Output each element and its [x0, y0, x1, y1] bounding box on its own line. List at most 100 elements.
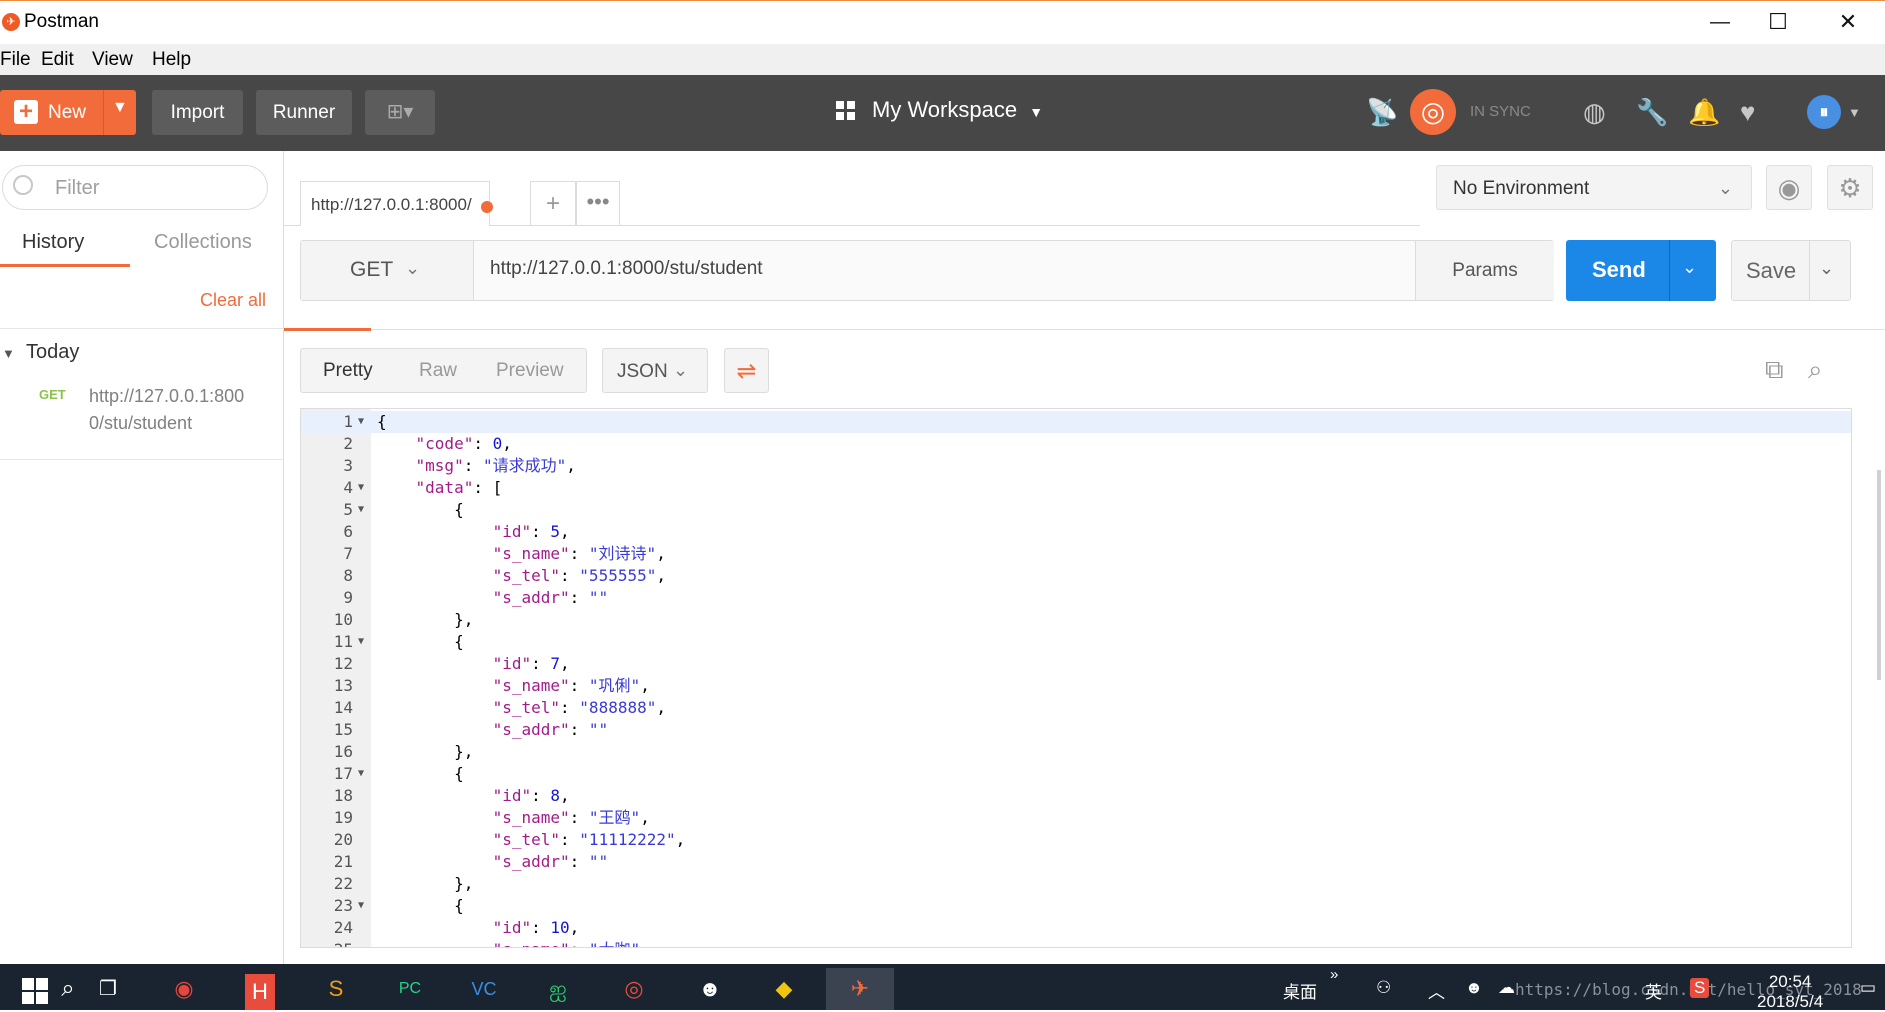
qq-tray-icon[interactable]: ☻	[1465, 978, 1483, 998]
line-number: 13	[333, 676, 353, 695]
workspace-selector[interactable]: My Workspace ▼	[836, 97, 1043, 123]
hbuilder-icon[interactable]: H	[245, 974, 275, 1010]
code-line: 6 "id": 5,	[301, 521, 1851, 543]
new-window-icon[interactable]: ⊞▾	[365, 90, 435, 135]
vscode-icon[interactable]: VC	[462, 968, 506, 1010]
clear-all-link[interactable]: Clear all	[200, 290, 266, 311]
collapse-triangle-icon[interactable]: ▼	[2, 346, 15, 361]
chevron-right-icon[interactable]: »	[1330, 966, 1338, 983]
caret-down-icon[interactable]: ▼	[112, 99, 128, 117]
windows-start-icon[interactable]	[22, 978, 48, 1004]
minimize-button[interactable]: —	[1697, 6, 1743, 38]
people-icon[interactable]: ⚇	[1376, 978, 1391, 998]
history-group-today[interactable]: Today	[26, 341, 79, 364]
caret-down-icon[interactable]: ▼	[1848, 105, 1861, 120]
sync-icon[interactable]: ◎	[1410, 89, 1456, 135]
fold-arrow-icon[interactable]: ▼	[358, 763, 364, 785]
code-text: "id": 10,	[492, 918, 580, 937]
pycharm-icon[interactable]: PC	[388, 968, 432, 1010]
fold-arrow-icon[interactable]: ▼	[358, 477, 364, 499]
wrap-lines-icon[interactable]: ⇌	[724, 348, 769, 393]
satellite-icon[interactable]: 📡	[1366, 97, 1398, 128]
snail-icon[interactable]: ◎	[612, 968, 656, 1010]
line-number: 20	[333, 830, 353, 849]
send-button[interactable]: Send ⌄	[1566, 240, 1716, 301]
maximize-button[interactable]: ☐	[1755, 6, 1801, 38]
chrome-icon[interactable]: ◉	[162, 968, 206, 1010]
search-icon	[13, 175, 33, 195]
divider	[0, 328, 284, 329]
code-text: "code": 0,	[415, 434, 512, 453]
tab-collections[interactable]: Collections	[154, 231, 252, 254]
view-pretty[interactable]: Pretty	[323, 360, 373, 382]
response-body-editor[interactable]: 1 ▼{2 "code": 0, 3 "msg": "请求成功", 4 ▼ "data"…	[300, 408, 1852, 948]
menu-file[interactable]: File	[0, 49, 31, 71]
fold-arrow-icon[interactable]: ▼	[358, 499, 364, 521]
new-label: New	[48, 102, 87, 123]
heart-icon[interactable]: ♥	[1740, 97, 1755, 128]
code-text: {	[377, 412, 387, 431]
code-line: 9 "s_addr": ""	[301, 587, 1851, 609]
save-button[interactable]: Save ⌄	[1731, 240, 1851, 301]
bell-icon[interactable]: 🔔	[1688, 97, 1720, 128]
code-line: 17 ▼ {	[301, 763, 1851, 785]
runner-button[interactable]: Runner	[256, 90, 352, 135]
notification-icon[interactable]: ▭	[1860, 978, 1876, 998]
code-line: 14 "s_tel": "888888",	[301, 697, 1851, 719]
eye-icon[interactable]: ◉	[1766, 165, 1812, 210]
line-number: 12	[333, 654, 353, 673]
format-select[interactable]: JSON ⌄	[602, 348, 708, 393]
save-label: Save	[1746, 258, 1797, 283]
gear-icon[interactable]: ⚙	[1827, 165, 1873, 210]
fold-arrow-icon[interactable]: ▼	[358, 411, 364, 433]
chevron-down-icon[interactable]: ⌄	[1819, 258, 1834, 279]
task-view-icon[interactable]: ❐	[86, 968, 130, 1010]
clock[interactable]: 20:54 2018/5/4	[1757, 972, 1823, 1012]
menu-edit[interactable]: Edit	[41, 49, 74, 71]
method-select[interactable]: GET ⌄	[301, 241, 474, 300]
scrollbar[interactable]	[1877, 470, 1881, 680]
close-button[interactable]: ✕	[1825, 6, 1871, 38]
code-text: "id": 7,	[492, 654, 570, 673]
tab-history[interactable]: History	[22, 231, 84, 254]
import-button[interactable]: Import	[152, 90, 243, 135]
line-number: 6	[343, 522, 353, 541]
params-button[interactable]: Params	[1415, 241, 1554, 300]
desktop-toolbar-label[interactable]: 桌面	[1283, 978, 1317, 1003]
sublime-icon[interactable]: S	[314, 968, 358, 1010]
environment-select[interactable]: No Environment ⌄	[1436, 165, 1752, 210]
sogou-icon[interactable]: S	[1690, 978, 1710, 998]
globe-icon[interactable]: ◍	[1583, 97, 1606, 128]
wrench-icon[interactable]: 🔧	[1636, 97, 1668, 128]
view-raw[interactable]: Raw	[419, 360, 457, 382]
code-text: },	[377, 874, 474, 893]
app-icon[interactable]: ஐ	[536, 968, 580, 1010]
postman-taskbar-icon[interactable]: ✈	[826, 968, 894, 1010]
plus-icon: +	[14, 100, 38, 124]
avatar[interactable]: ⏸	[1807, 95, 1841, 129]
menu-view[interactable]: View	[92, 49, 133, 71]
request-tab[interactable]: http://127.0.0.1:8000/	[300, 181, 493, 226]
app-icon[interactable]: ◆	[762, 968, 806, 1010]
view-preview[interactable]: Preview	[496, 360, 564, 382]
search-icon[interactable]: ⌕	[46, 968, 90, 1010]
menu-bar: File Edit View Help	[0, 44, 1885, 75]
fold-arrow-icon[interactable]: ▼	[358, 631, 364, 653]
cloud-icon[interactable]: ☁	[1498, 978, 1515, 998]
more-tabs-icon[interactable]: •••	[576, 181, 620, 226]
history-item-url[interactable]: http://127.0.0.1:8000/stu/student	[89, 383, 259, 437]
line-number: 9	[343, 588, 353, 607]
menu-help[interactable]: Help	[152, 49, 191, 71]
response-view-tabs: Pretty Raw Preview	[300, 348, 587, 393]
qq-icon[interactable]: ☻	[688, 968, 732, 1010]
copy-icon[interactable]: ⧉	[1765, 354, 1784, 386]
filter-input[interactable]: Filter	[2, 165, 268, 210]
url-input[interactable]: http://127.0.0.1:8000/stu/student	[490, 258, 763, 280]
ime-label[interactable]: 英	[1645, 978, 1662, 1003]
new-button[interactable]: + New ▼	[0, 90, 136, 135]
chevron-down-icon[interactable]: ⌄	[1682, 257, 1697, 278]
chevron-up-icon[interactable]: ︿	[1428, 978, 1445, 1003]
search-icon[interactable]: ⌕	[1808, 354, 1823, 386]
add-tab-button[interactable]: +	[530, 181, 576, 226]
fold-arrow-icon[interactable]: ▼	[358, 895, 364, 917]
